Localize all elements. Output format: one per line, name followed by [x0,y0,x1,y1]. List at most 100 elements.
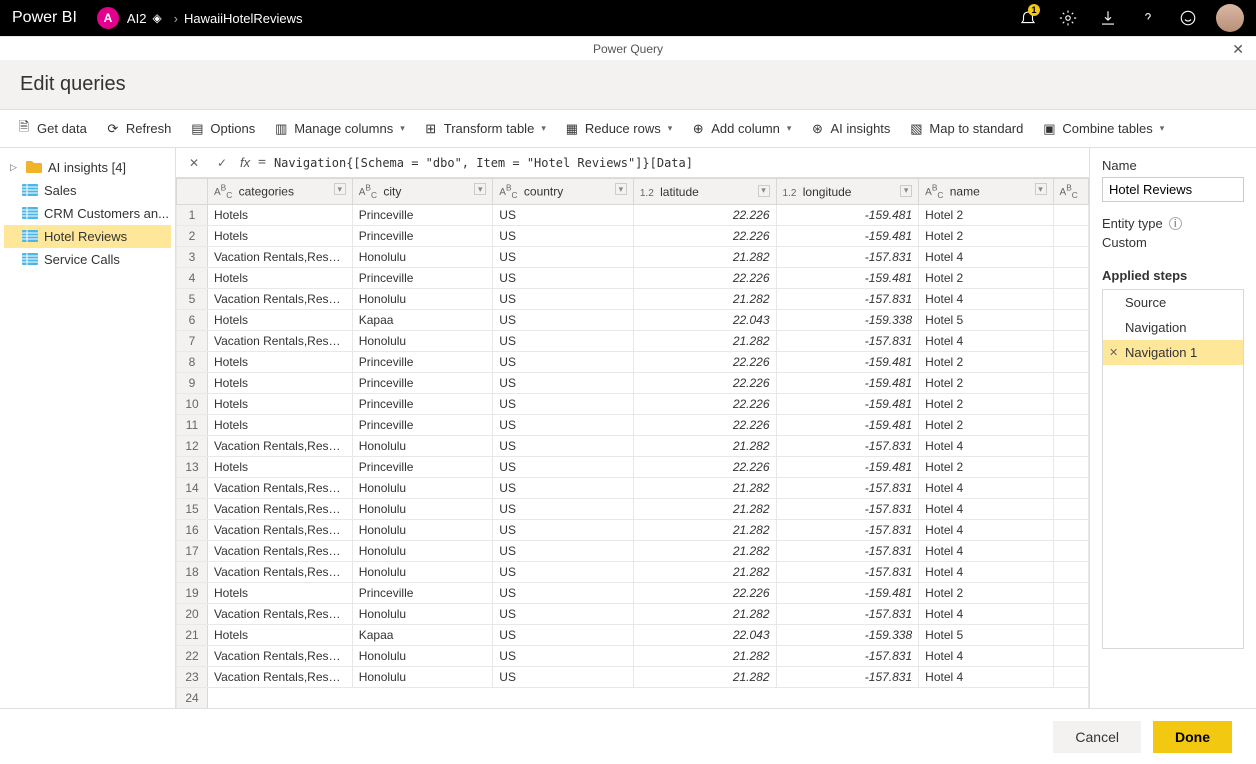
cell[interactable]: US [493,289,634,310]
cell[interactable]: Vacation Rentals,Resorts &... [208,562,353,583]
column-filter-icon[interactable]: ▾ [758,185,770,197]
cell[interactable]: -157.831 [776,331,919,352]
cell[interactable]: -157.831 [776,499,919,520]
cell[interactable]: -157.831 [776,247,919,268]
cell[interactable]: Honolulu [352,478,493,499]
column-filter-icon[interactable]: ▾ [900,185,912,197]
applied-step[interactable]: Navigation [1103,315,1243,340]
query-item[interactable]: Sales [4,179,171,202]
column-filter-icon[interactable]: ▾ [615,183,627,195]
query-folder-ai-insights[interactable]: ▷AI insights [4] [4,156,171,179]
cell[interactable]: -159.481 [776,394,919,415]
add-column-button[interactable]: ⊕Add column▾ [690,121,791,137]
cell[interactable]: US [493,562,634,583]
table-row[interactable]: 22Vacation Rentals,Resorts &...HonoluluU… [177,646,1089,667]
cell[interactable]: 22.226 [633,394,776,415]
cell[interactable]: Princeville [352,268,493,289]
cell[interactable]: Hotels [208,457,353,478]
download-icon[interactable] [1090,0,1126,36]
cell[interactable]: US [493,331,634,352]
cell[interactable]: Hotel 4 [919,478,1053,499]
cell[interactable]: Hotels [208,625,353,646]
table-row[interactable]: 17Vacation Rentals,Resorts &...HonoluluU… [177,541,1089,562]
cell[interactable]: Hotel 4 [919,667,1053,688]
workspace-badge[interactable]: A [97,7,119,29]
cell[interactable]: Princeville [352,352,493,373]
cell[interactable]: Vacation Rentals,Resorts &... [208,478,353,499]
cell[interactable]: Hotel 2 [919,373,1053,394]
cell[interactable]: -157.831 [776,436,919,457]
row-number[interactable]: 11 [177,415,208,436]
cell[interactable]: -159.481 [776,205,919,226]
cell[interactable]: Hotel 2 [919,415,1053,436]
row-number[interactable]: 8 [177,352,208,373]
cell[interactable]: Princeville [352,457,493,478]
cell[interactable]: 22.226 [633,583,776,604]
column-filter-icon[interactable]: ▾ [1035,183,1047,195]
row-number[interactable]: 13 [177,457,208,478]
cell[interactable]: -159.338 [776,625,919,646]
manage-columns-button[interactable]: ▥Manage columns▾ [273,121,405,137]
cell[interactable]: 21.282 [633,646,776,667]
query-item[interactable]: Hotel Reviews [4,225,171,248]
cell[interactable]: -157.831 [776,520,919,541]
row-number[interactable]: 14 [177,478,208,499]
column-filter-icon[interactable]: ▾ [334,183,346,195]
row-number[interactable]: 20 [177,604,208,625]
table-row[interactable]: 9HotelsPrincevilleUS22.226-159.481Hotel … [177,373,1089,394]
cell[interactable]: Hotel 2 [919,583,1053,604]
row-number[interactable]: 6 [177,310,208,331]
column-type-icon[interactable]: ABC [214,187,232,198]
cell[interactable]: Hotel 2 [919,352,1053,373]
cell[interactable]: -159.481 [776,268,919,289]
expand-icon[interactable]: ▷ [10,162,20,173]
cell[interactable]: Hotels [208,415,353,436]
cell[interactable]: Vacation Rentals,Resorts &... [208,331,353,352]
cell[interactable]: Hotels [208,583,353,604]
breadcrumb-dataset[interactable]: HawaiiHotelReviews [184,11,303,26]
cell[interactable]: US [493,625,634,646]
combine-tables-button[interactable]: ▣Combine tables▾ [1041,121,1164,137]
cell[interactable]: -157.831 [776,289,919,310]
cell[interactable]: 21.282 [633,667,776,688]
cell[interactable]: Princeville [352,394,493,415]
cell[interactable]: US [493,520,634,541]
applied-step[interactable]: Source [1103,290,1243,315]
cell[interactable]: US [493,310,634,331]
cell[interactable]: Hotel 4 [919,562,1053,583]
cancel-formula-icon[interactable]: ✕ [184,153,204,173]
cell[interactable]: US [493,415,634,436]
cell[interactable]: Honolulu [352,289,493,310]
cell[interactable]: 21.282 [633,478,776,499]
table-row[interactable]: 14Vacation Rentals,Resorts &...HonoluluU… [177,478,1089,499]
row-number[interactable]: 9 [177,373,208,394]
cell[interactable]: 22.043 [633,625,776,646]
cell[interactable]: Vacation Rentals,Resorts &... [208,667,353,688]
row-number[interactable]: 10 [177,394,208,415]
cell[interactable]: 22.226 [633,226,776,247]
cell[interactable]: US [493,373,634,394]
cell[interactable]: Hotel 2 [919,268,1053,289]
table-row[interactable]: 13HotelsPrincevilleUS22.226-159.481Hotel… [177,457,1089,478]
table-row[interactable]: 7Vacation Rentals,Resorts &...HonoluluUS… [177,331,1089,352]
cell[interactable]: Hotel 4 [919,604,1053,625]
cell[interactable]: Princeville [352,583,493,604]
table-row[interactable]: 23Vacation Rentals,Resorts &...HonoluluU… [177,667,1089,688]
cell[interactable]: 21.282 [633,541,776,562]
column-header-categories[interactable]: ABC categories▾ [208,179,353,205]
column-header-country[interactable]: ABC country▾ [493,179,634,205]
cell[interactable]: US [493,436,634,457]
table-row[interactable]: 10HotelsPrincevilleUS22.226-159.481Hotel… [177,394,1089,415]
column-type-icon[interactable]: ABC [359,187,377,198]
column-type-icon[interactable]: ABC [925,187,943,198]
cell[interactable]: US [493,541,634,562]
cell[interactable]: 22.043 [633,310,776,331]
map-to-standard-button[interactable]: ▧Map to standard [908,121,1023,137]
column-type-icon[interactable]: 1.2 [783,188,797,199]
row-number[interactable]: 3 [177,247,208,268]
cell[interactable]: 22.226 [633,352,776,373]
table-row[interactable]: 2HotelsPrincevilleUS22.226-159.481Hotel … [177,226,1089,247]
cell[interactable]: Hotels [208,373,353,394]
column-filter-icon[interactable]: ▾ [474,183,486,195]
settings-icon[interactable] [1050,0,1086,36]
